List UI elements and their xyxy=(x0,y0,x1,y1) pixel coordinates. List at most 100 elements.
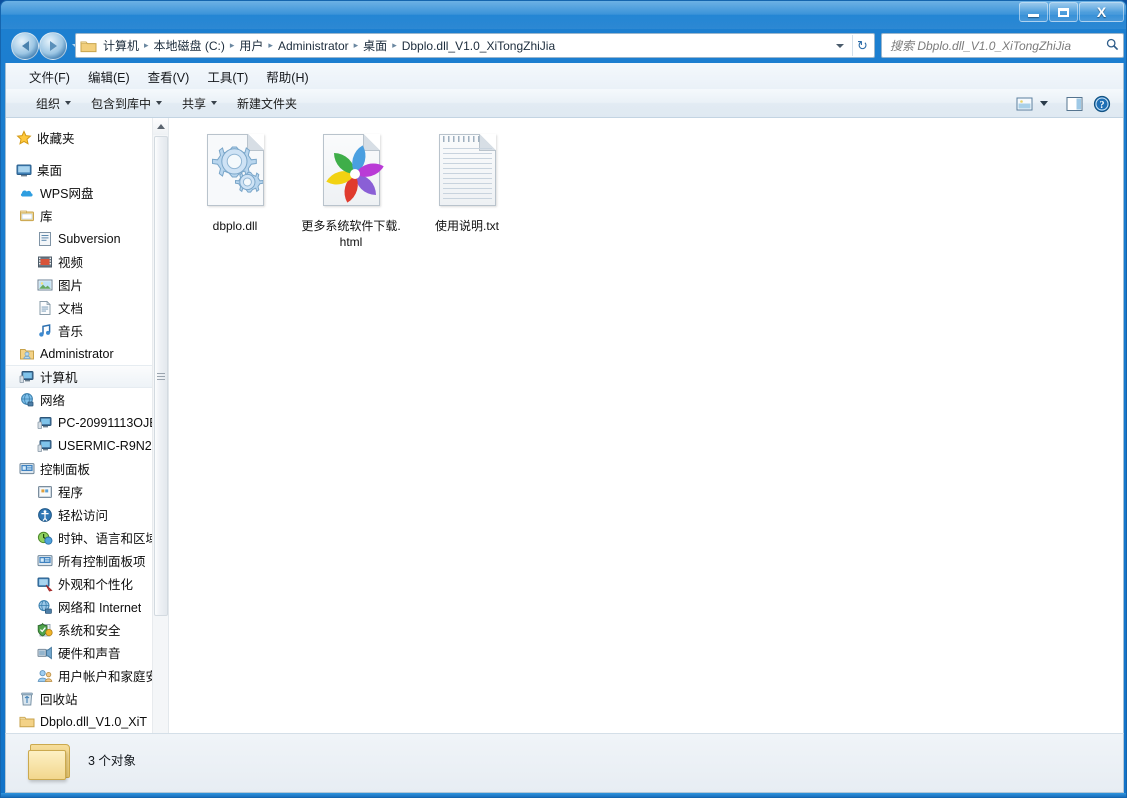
sidebar-item-0[interactable]: 收藏夹 xyxy=(6,126,168,149)
svg-text:?: ? xyxy=(1100,100,1105,111)
sidebar-item-label: 回收站 xyxy=(40,693,78,707)
scroll-up-button[interactable] xyxy=(153,118,168,135)
pinwheel-hub xyxy=(350,169,360,179)
forward-button[interactable] xyxy=(39,32,67,60)
help-icon[interactable]: ? xyxy=(1093,95,1115,113)
sidebar-item-3[interactable]: 库 xyxy=(6,204,168,227)
menu-item[interactable]: 工具(T) xyxy=(198,64,257,89)
sidebar-item-23[interactable]: 用户帐户和家庭安 xyxy=(6,664,168,687)
sidebar-item-11[interactable]: 网络 xyxy=(6,388,168,411)
command-item[interactable]: 新建文件夹 xyxy=(227,92,307,115)
pc-icon xyxy=(37,415,53,431)
address-bar[interactable]: 计算机 ▸ 本地磁盘 (C:) ▸ 用户 ▸ Administrator ▸ 桌面 ▸ Dbplo.… xyxy=(75,33,875,58)
file-item[interactable]: 使用说明.txt xyxy=(414,128,520,250)
sidebar-item-8[interactable]: 音乐 xyxy=(6,319,168,342)
sidebar-item-12[interactable]: PC-20991113OJB xyxy=(6,411,168,434)
sidebar-item-label: 文档 xyxy=(58,302,84,316)
page-fold-icon xyxy=(363,134,380,151)
all-items-icon xyxy=(37,553,53,569)
sidebar-item-label: 外观和个性化 xyxy=(58,578,134,592)
view-caret-icon[interactable] xyxy=(1038,101,1056,106)
file-item[interactable]: 更多系统软件下载.html xyxy=(298,128,404,250)
command-item[interactable]: 包含到库中 xyxy=(81,92,172,115)
sidebar-item-label: 视频 xyxy=(58,256,84,270)
clock-icon xyxy=(37,530,53,546)
sidebar-item-19[interactable]: 外观和个性化 xyxy=(6,572,168,595)
sidebar-item-label: 收藏夹 xyxy=(37,132,75,146)
sidebar-item-20[interactable]: 网络和 Internet xyxy=(6,595,168,618)
explorer-window: X 计算机 ▸ 本地磁盘 (C:) ▸ 用户 ▸ Administrator ▸ 桌面 ▸ Dbpl… xyxy=(0,0,1127,798)
sidebar-item-6[interactable]: 图片 xyxy=(6,273,168,296)
chevron-down-icon[interactable] xyxy=(836,43,844,48)
sidebar-item-21[interactable]: 系统和安全 xyxy=(6,618,168,641)
breadcrumb-item[interactable]: 桌面 xyxy=(359,35,391,56)
sidebar-item-14[interactable]: 控制面板 xyxy=(6,457,168,480)
sidebar-item-9[interactable]: Administrator xyxy=(6,342,168,365)
command-item[interactable]: 组织 xyxy=(26,92,81,115)
scrollbar-grip-icon xyxy=(157,372,165,380)
sidebar-item-18[interactable]: 所有控制面板项 xyxy=(6,549,168,572)
client-area: 文件(F) 编辑(E) 查看(V) 工具(T) 帮助(H) 组织 包含到库中 共享 新建文件夹 xyxy=(5,63,1124,791)
file-sheet xyxy=(207,134,264,206)
menu-item[interactable]: 文件(F) xyxy=(20,64,79,89)
sidebar-item-label: 库 xyxy=(40,210,53,224)
sidebar-item-label: Administrator xyxy=(40,346,114,361)
command-bar: 组织 包含到库中 共享 新建文件夹 ? xyxy=(6,89,1123,118)
breadcrumb-item[interactable]: Administrator xyxy=(274,37,353,55)
back-button[interactable] xyxy=(11,32,39,60)
close-icon: X xyxy=(1096,4,1107,20)
chevron-down-icon xyxy=(211,101,218,105)
menu-item[interactable]: 查看(V) xyxy=(139,64,199,89)
sidebar-item-17[interactable]: 时钟、语言和区域 xyxy=(6,526,168,549)
sidebar-item-5[interactable]: 视频 xyxy=(6,250,168,273)
breadcrumb-item[interactable]: 本地磁盘 (C:) xyxy=(150,35,229,56)
search-input[interactable]: 搜索 Dbplo.dll_V1.0_XiTongZhiJia xyxy=(890,37,1106,54)
breadcrumb[interactable]: 计算机 ▸ 本地磁盘 (C:) ▸ 用户 ▸ Administrator ▸ 桌面 ▸ Dbplo.… xyxy=(99,35,832,56)
sidebar-item-7[interactable]: 文档 xyxy=(6,296,168,319)
sidebar-item-22[interactable]: 硬件和声音 xyxy=(6,641,168,664)
sidebar-item-4[interactable]: Subversion xyxy=(6,227,168,250)
sidebar-item-label: PC-20991113OJB xyxy=(58,415,158,430)
sidebar-item-10[interactable]: 计算机 xyxy=(6,365,168,388)
sidebar-item-13[interactable]: USERMIC-R9N2S xyxy=(6,434,168,457)
folder-front xyxy=(28,750,66,780)
user-accounts-icon xyxy=(37,668,53,684)
forward-arrow-icon xyxy=(49,41,57,51)
sidebar-item-24[interactable]: 回收站 xyxy=(6,687,168,710)
menu-item[interactable]: 帮助(H) xyxy=(257,64,317,89)
chevron-down-icon xyxy=(156,101,163,105)
sidebar-item-2[interactable]: WPS网盘 xyxy=(6,181,168,204)
file-name-label: 使用说明.txt xyxy=(434,219,499,233)
minimize-button[interactable] xyxy=(1019,2,1048,22)
sidebar-item-label: 系统和安全 xyxy=(58,624,121,638)
refresh-button[interactable]: ↻ xyxy=(852,35,872,56)
dll-gears-icon xyxy=(200,132,270,212)
maximize-button[interactable] xyxy=(1049,2,1078,22)
spiral-binding-icon xyxy=(443,136,481,142)
sidebar-item-15[interactable]: 程序 xyxy=(6,480,168,503)
html-pinwheel-icon xyxy=(326,145,384,203)
sidebar-item-label: 用户帐户和家庭安 xyxy=(58,670,159,684)
file-item[interactable]: dbplo.dll xyxy=(182,128,288,250)
chevron-up-icon xyxy=(157,124,165,129)
sidebar-item-label: 控制面板 xyxy=(40,463,91,477)
breadcrumb-item[interactable]: Dbplo.dll_V1.0_XiTongZhiJia xyxy=(398,37,559,55)
scrollbar-thumb[interactable] xyxy=(154,136,168,616)
sidebar-item-1[interactable]: 桌面 xyxy=(6,158,168,181)
sidebar-item-16[interactable]: 轻松访问 xyxy=(6,503,168,526)
breadcrumb-item[interactable]: 用户 xyxy=(235,35,267,56)
preview-pane-icon[interactable] xyxy=(1060,96,1089,112)
file-list[interactable]: dbplo.dll 更多系统软件下载.html 使用说明.txt xyxy=(170,118,1123,790)
breadcrumb-item[interactable]: 计算机 xyxy=(99,35,143,56)
close-button[interactable]: X xyxy=(1079,2,1124,22)
command-item[interactable]: 共享 xyxy=(172,92,227,115)
sidebar-item-label: 网络 xyxy=(40,394,66,408)
change-view-icon[interactable] xyxy=(1016,96,1034,112)
sidebar-item-25[interactable]: Dbplo.dll_V1.0_XiT xyxy=(6,710,168,733)
search-box[interactable]: 搜索 Dbplo.dll_V1.0_XiTongZhiJia xyxy=(881,33,1124,58)
menu-item[interactable]: 编辑(E) xyxy=(79,64,139,89)
command-item-label: 共享 xyxy=(182,96,207,111)
window-controls: X xyxy=(1019,2,1124,22)
sidebar-scrollbar[interactable] xyxy=(152,118,168,790)
hardware-icon xyxy=(37,645,53,661)
